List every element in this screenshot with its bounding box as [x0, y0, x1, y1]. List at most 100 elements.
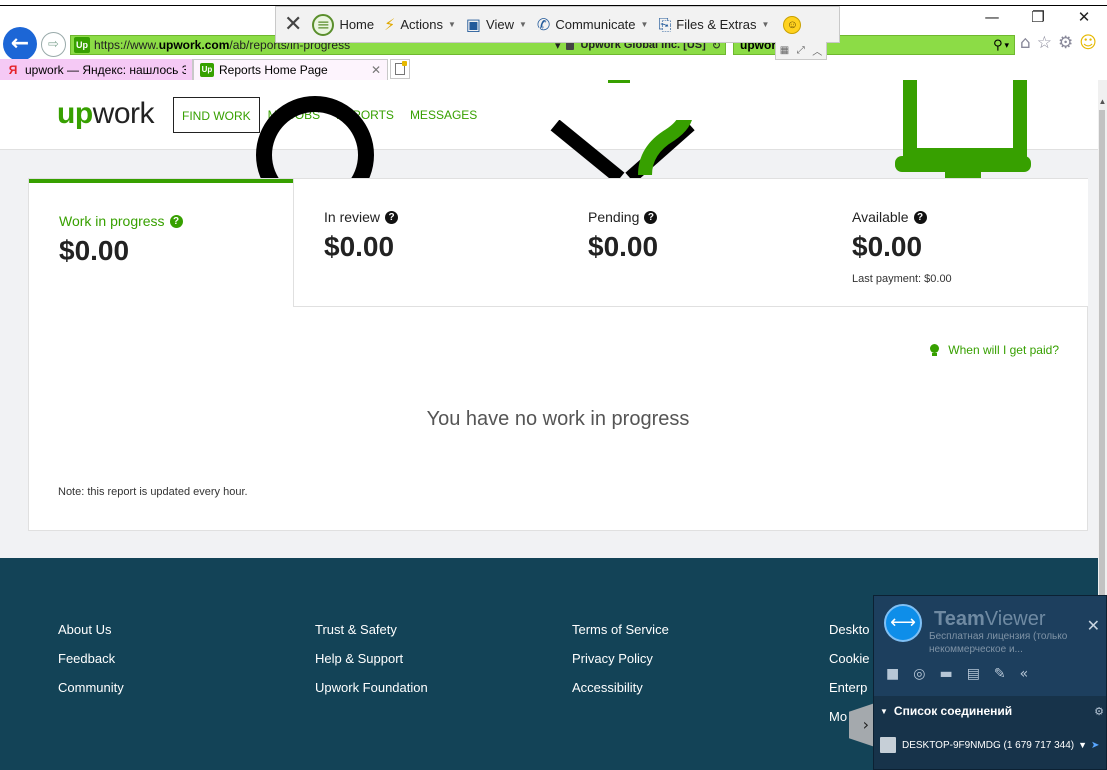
tab-pending[interactable]: Pending? $0.00: [588, 209, 658, 263]
stat-amount: $0.00: [324, 231, 395, 262]
close-session-icon[interactable]: ✕: [284, 12, 302, 37]
browser-chrome: — ❐ ✕ ← ⇨ Up https://www.upwork.com/ab/r…: [0, 0, 1107, 80]
close-panel-icon[interactable]: ✕: [1087, 616, 1100, 635]
tv-actions-menu[interactable]: ⚡ Actions ▼: [384, 15, 456, 34]
search-dropdown-icon[interactable]: ▾: [1004, 40, 1009, 51]
settings-gear-icon[interactable]: ⚙: [1058, 33, 1073, 53]
headset-icon[interactable]: ◎: [913, 666, 925, 682]
connection-list-title: Список соединений: [893, 704, 1013, 718]
teamviewer-header: TeamViewer Бесплатная лицензия (только н…: [874, 596, 1106, 696]
brand-viewer: Viewer: [984, 608, 1046, 630]
feedback-smiley-icon[interactable]: ☺: [1079, 33, 1097, 53]
yandex-icon: Я: [8, 62, 18, 77]
connection-list-header[interactable]: ▼ Список соединений ⚙: [874, 696, 1106, 726]
fullscreen-icon[interactable]: ⤢: [797, 45, 805, 56]
grid-icon[interactable]: ▦: [780, 45, 789, 56]
footer-link-desktop[interactable]: Deskto: [829, 622, 869, 651]
tv-communicate-label: Communicate: [555, 17, 636, 32]
footer-link-community[interactable]: Community: [58, 680, 124, 709]
upwork-favicon-icon: Up: [200, 63, 214, 77]
nav-my-jobs[interactable]: MY JOBS: [260, 97, 328, 133]
home-icon[interactable]: ⌂: [1020, 33, 1031, 53]
footer-link-cookie[interactable]: Cookie: [829, 651, 869, 680]
tv-files-menu[interactable]: ⎘ Files & Extras ▼: [658, 15, 769, 35]
footer-link-upwork-foundation[interactable]: Upwork Foundation: [315, 680, 428, 709]
new-tab-icon: [395, 61, 407, 75]
tv-view-menu[interactable]: ▣ View ▼: [466, 15, 527, 34]
teamviewer-brand: TeamViewer: [934, 608, 1046, 631]
tab-in-review[interactable]: In review? $0.00: [324, 209, 399, 263]
tv-home-button[interactable]: ≡ Home: [312, 13, 374, 36]
help-icon[interactable]: ?: [169, 214, 183, 228]
chevron-down-icon[interactable]: ▼: [1078, 740, 1087, 750]
footer-link-accessibility[interactable]: Accessibility: [572, 680, 669, 709]
new-tab-button[interactable]: [390, 59, 410, 79]
upwork-header: upwork FIND WORK MY JOBS REPORTS MESSAGE…: [0, 80, 1098, 193]
stat-label: Work in progress: [59, 213, 165, 229]
gear-icon[interactable]: ⚙: [1094, 705, 1104, 718]
footer-link-privacy[interactable]: Privacy Policy: [572, 651, 669, 680]
close-window-button[interactable]: ✕: [1061, 8, 1107, 30]
footer-link-enterprise[interactable]: Enterp: [829, 680, 869, 709]
chevron-right-icon: ›: [862, 715, 869, 734]
logo-up: up: [57, 97, 93, 130]
computer-icon: [880, 737, 896, 753]
nav-find-work[interactable]: FIND WORK: [173, 97, 260, 133]
upwork-logo[interactable]: upwork: [57, 97, 155, 131]
last-payment: Last payment: $0.00: [852, 273, 952, 285]
back-button[interactable]: ←: [3, 27, 37, 61]
stat-label: In review: [324, 209, 381, 225]
collapse-toolbar-icon[interactable]: ︿: [812, 43, 822, 58]
footer-link-help-support[interactable]: Help & Support: [315, 651, 428, 680]
footer-link-terms[interactable]: Terms of Service: [572, 622, 669, 651]
files-icon[interactable]: ▤: [967, 666, 980, 682]
search-icon[interactable]: ⚲: [993, 37, 1003, 53]
url-prefix: https://www.: [94, 38, 159, 52]
connection-row[interactable]: DESKTOP-9F9NMDG (1 679 717 344) ▼ ➤: [874, 730, 1106, 760]
when-paid-link[interactable]: When will I get paid?: [930, 343, 1059, 357]
scroll-thumb[interactable]: [1099, 110, 1105, 670]
footer-link-trust-safety[interactable]: Trust & Safety: [315, 622, 428, 651]
tab-work-in-progress[interactable]: Work in progress? $0.00: [29, 179, 293, 307]
teamviewer-tools: ■ ◎ ▬ ▤ ✎ «: [886, 666, 1028, 682]
scroll-up-icon[interactable]: ▲: [1098, 97, 1107, 106]
stat-label: Pending: [588, 209, 640, 225]
lightning-icon: ⚡: [384, 15, 396, 34]
upwork-favicon-icon: Up: [74, 37, 90, 53]
footer-link-about-us[interactable]: About Us: [58, 622, 124, 651]
tab-available[interactable]: Available? $0.00 Last payment: $0.00: [852, 209, 952, 285]
help-icon[interactable]: ?: [913, 210, 927, 224]
url-domain: upwork.com: [158, 38, 230, 52]
tv-actions-label: Actions: [400, 17, 443, 32]
tab-title: Reports Home Page: [219, 63, 328, 77]
minimize-button[interactable]: —: [969, 8, 1015, 30]
chat-icon[interactable]: ▬: [939, 666, 952, 682]
phone-icon: ✆: [536, 15, 551, 34]
close-x-icon: [550, 120, 695, 180]
cursor-icon: ➤: [1091, 739, 1100, 751]
report-note: Note: this report is updated every hour.: [58, 486, 248, 498]
footer-column-1: About Us Feedback Community: [58, 622, 124, 709]
close-tab-icon[interactable]: ✕: [371, 63, 381, 77]
help-icon[interactable]: ?: [385, 210, 399, 224]
smiley-icon[interactable]: ☺: [783, 15, 802, 34]
restore-button[interactable]: ❐: [1015, 8, 1061, 30]
tab-yandex-search[interactable]: Я upwork — Яндекс: нашлось 3...: [0, 59, 193, 80]
forward-button[interactable]: ⇨: [41, 32, 66, 57]
divider-tick: [608, 80, 630, 83]
license-text: Бесплатная лицензия (только некоммерческ…: [929, 631, 1068, 655]
teamviewer-panel: TeamViewer Бесплатная лицензия (только н…: [873, 595, 1107, 770]
help-icon[interactable]: ?: [644, 210, 658, 224]
stat-amount: $0.00: [59, 235, 130, 266]
collapse-icon[interactable]: «: [1020, 666, 1029, 682]
favorites-star-icon[interactable]: ☆: [1037, 33, 1052, 53]
video-icon[interactable]: ■: [886, 666, 899, 682]
nav-messages[interactable]: MESSAGES: [402, 97, 485, 133]
tab-reports-home[interactable]: Up Reports Home Page ✕: [193, 59, 388, 80]
teamviewer-toolbar-mini: ▦ ⤢ ︿: [775, 42, 827, 60]
footer-link-feedback[interactable]: Feedback: [58, 651, 124, 680]
tv-communicate-menu[interactable]: ✆ Communicate ▼: [537, 15, 649, 34]
main-nav: FIND WORK MY JOBS REPORTS MESSAGES: [173, 97, 485, 133]
nav-reports[interactable]: REPORTS: [328, 97, 402, 133]
brush-icon[interactable]: ✎: [994, 666, 1006, 682]
